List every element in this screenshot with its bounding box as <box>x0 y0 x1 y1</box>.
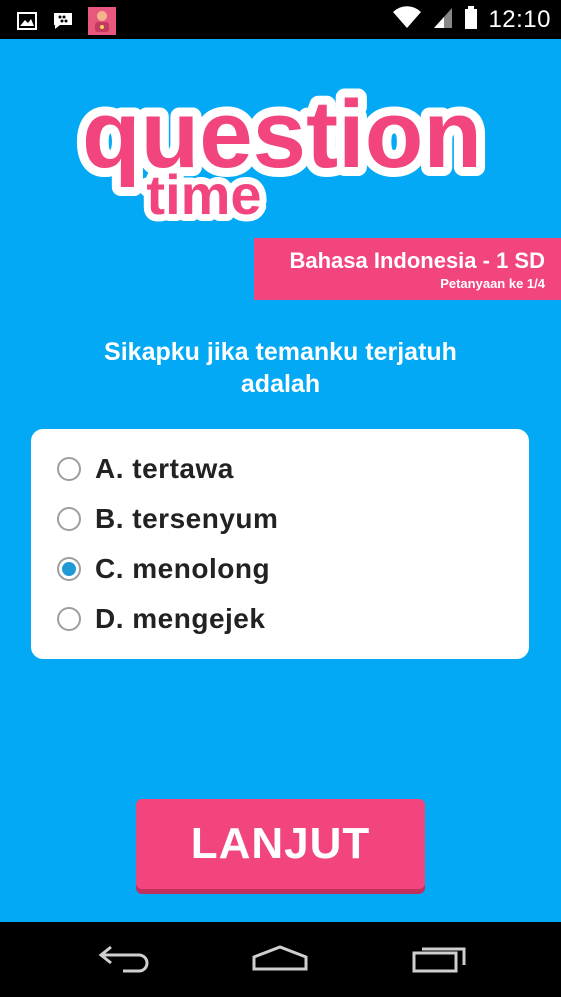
option-label: C. menolong <box>95 553 271 584</box>
navigation-bar <box>0 922 561 997</box>
recents-button[interactable] <box>404 940 474 980</box>
quiz-screen: question time question time Bahasa Indon… <box>0 39 561 922</box>
logo-word-question: question <box>82 81 482 188</box>
option-label: B. tersenyum <box>95 503 279 534</box>
subject-banner: Bahasa Indonesia - 1 SD Petanyaan ke 1/4 <box>254 238 561 300</box>
option-label: A. tertawa <box>95 453 234 484</box>
home-button[interactable] <box>245 940 315 980</box>
battery-icon <box>464 5 478 34</box>
option-b[interactable]: B. tersenyum <box>57 499 278 539</box>
signal-icon <box>432 6 454 34</box>
app-logo: question time question time <box>0 39 561 239</box>
logo-word-time: time <box>146 163 261 226</box>
image-icon <box>16 10 38 32</box>
notification-icons <box>16 7 116 35</box>
back-icon <box>97 943 153 977</box>
answer-options-card: A. tertawa B. tersenyum C. menolong D. m… <box>31 429 529 659</box>
question-progress: Petanyaan ke 1/4 <box>440 276 545 291</box>
system-status: 12:10 <box>392 0 551 39</box>
radio-button[interactable] <box>57 607 81 631</box>
radio-button[interactable] <box>57 507 81 531</box>
back-button[interactable] <box>90 940 160 980</box>
app-avatar-icon <box>88 7 116 35</box>
radio-button[interactable] <box>57 457 81 481</box>
home-icon <box>250 943 310 977</box>
question-line: Sikapku jika temanku terjatuh <box>104 338 457 366</box>
clock: 12:10 <box>488 5 551 33</box>
option-a[interactable]: A. tertawa <box>57 449 234 489</box>
option-d[interactable]: D. mengejek <box>57 599 265 639</box>
radio-button-selected[interactable] <box>57 557 81 581</box>
wifi-icon <box>392 5 422 34</box>
next-button[interactable]: LANJUT <box>136 799 425 889</box>
option-label: D. mengejek <box>95 603 266 634</box>
question-line: adalah <box>240 370 321 398</box>
question-text: Sikapku jika temanku terjatuh adalah <box>40 336 521 400</box>
bbm-icon <box>52 10 74 32</box>
recents-icon <box>410 943 468 977</box>
subject-title: Bahasa Indonesia - 1 SD <box>289 248 545 273</box>
option-c[interactable]: C. menolong <box>57 549 270 589</box>
status-bar: 12:10 <box>0 0 561 39</box>
